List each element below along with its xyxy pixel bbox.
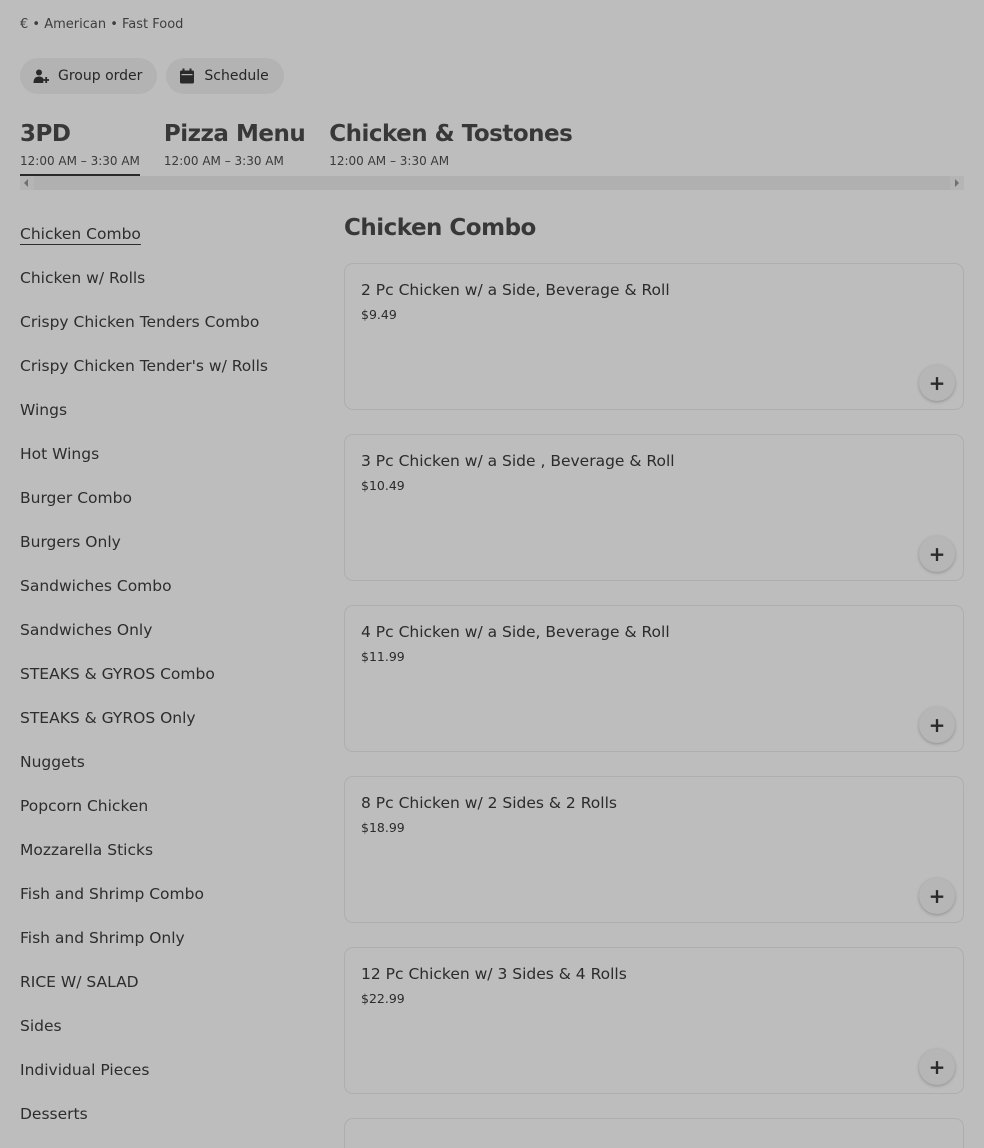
schedule-label: Schedule — [204, 68, 269, 84]
category-desserts[interactable]: Desserts — [20, 1092, 320, 1136]
category-label: Fish and Shrimp Only — [20, 929, 185, 947]
group-order-button[interactable]: Group order — [20, 58, 158, 94]
schedule-button[interactable]: Schedule — [166, 58, 284, 94]
item-title: 2 Pc Chicken w/ a Side, Beverage & Roll — [361, 281, 670, 299]
section-title: Chicken Combo — [344, 215, 536, 241]
store-meta: € • American • Fast Food — [20, 17, 184, 32]
add-item-button[interactable]: + — [919, 1049, 955, 1085]
item-price: $18.99 — [361, 820, 405, 835]
add-item-button[interactable]: + — [919, 707, 955, 743]
scroll-left-arrow-icon[interactable] — [24, 179, 28, 187]
menu-tab-name: Pizza Menu — [163, 121, 306, 147]
category-label: Fish and Shrimp Combo — [20, 885, 204, 903]
category-rice-w-salad[interactable]: RICE W/ SALAD — [20, 960, 320, 1004]
category-fish-shrimp-combo[interactable]: Fish and Shrimp Combo — [20, 872, 320, 916]
horizontal-scrollbar[interactable] — [20, 176, 964, 190]
category-sidebar: Chicken Combo Chicken w/ Rolls Crispy Ch… — [20, 212, 320, 1136]
category-chicken-w-rolls[interactable]: Chicken w/ Rolls — [20, 256, 320, 300]
category-popcorn-chicken[interactable]: Popcorn Chicken — [20, 784, 320, 828]
menu-item-card[interactable] — [344, 1118, 964, 1148]
menu-tab-chicken-tostones[interactable]: Chicken & Tostones 12:00 AM – 3:30 AM — [329, 120, 573, 178]
category-label: Sandwiches Combo — [20, 577, 172, 595]
category-sides[interactable]: Sides — [20, 1004, 320, 1048]
item-price: $11.99 — [361, 649, 405, 664]
category-label: Chicken Combo — [20, 225, 141, 243]
add-item-button[interactable]: + — [919, 536, 955, 572]
category-steaks-gyros-combo[interactable]: STEAKS & GYROS Combo — [20, 652, 320, 696]
menu-item-card[interactable]: 3 Pc Chicken w/ a Side , Beverage & Roll… — [344, 434, 964, 581]
plus-icon: + — [928, 713, 946, 737]
category-crispy-chicken-tenders-rolls[interactable]: Crispy Chicken Tender's w/ Rolls — [20, 344, 320, 388]
category-label: Crispy Chicken Tenders Combo — [20, 313, 260, 331]
category-label: Chicken w/ Rolls — [20, 269, 146, 287]
category-label: Sandwiches Only — [20, 621, 153, 639]
plus-icon: + — [928, 371, 946, 395]
menu-tab-pizza-menu[interactable]: Pizza Menu 12:00 AM – 3:30 AM — [163, 120, 306, 178]
category-label: STEAKS & GYROS Only — [20, 709, 196, 727]
scrollbar-track[interactable] — [34, 176, 950, 190]
item-price: $9.49 — [361, 307, 397, 322]
category-wings[interactable]: Wings — [20, 388, 320, 432]
plus-icon: + — [928, 1055, 946, 1079]
add-item-button[interactable]: + — [919, 365, 955, 401]
category-label: Nuggets — [20, 753, 85, 771]
item-price: $10.49 — [361, 478, 405, 493]
category-sandwiches-only[interactable]: Sandwiches Only — [20, 608, 320, 652]
group-order-label: Group order — [58, 68, 143, 84]
category-chicken-combo[interactable]: Chicken Combo — [20, 212, 320, 256]
category-burger-combo[interactable]: Burger Combo — [20, 476, 320, 520]
category-label: Desserts — [20, 1105, 88, 1123]
category-label: Sides — [20, 1017, 62, 1035]
category-label: STEAKS & GYROS Combo — [20, 665, 215, 683]
add-item-button[interactable]: + — [919, 878, 955, 914]
category-label: Hot Wings — [20, 445, 100, 463]
category-label: Wings — [20, 401, 68, 419]
category-label: Popcorn Chicken — [20, 797, 149, 815]
item-title: 4 Pc Chicken w/ a Side, Beverage & Roll — [361, 623, 670, 641]
category-label: Individual Pieces — [20, 1061, 150, 1079]
item-price: $22.99 — [361, 991, 405, 1006]
menu-tab-name: 3PD — [20, 121, 71, 147]
scroll-right-arrow-icon[interactable] — [955, 179, 959, 187]
category-label: Crispy Chicken Tender's w/ Rolls — [20, 357, 268, 375]
menu-item-card[interactable]: 12 Pc Chicken w/ 3 Sides & 4 Rolls $22.9… — [344, 947, 964, 1094]
category-nuggets[interactable]: Nuggets — [20, 740, 320, 784]
menu-tab-3pd[interactable]: 3PD 12:00 AM – 3:30 AM — [20, 120, 140, 178]
category-burgers-only[interactable]: Burgers Only — [20, 520, 320, 564]
category-label: Burgers Only — [20, 533, 121, 551]
menu-tab-hours: 12:00 AM – 3:30 AM — [329, 154, 450, 168]
item-title: 12 Pc Chicken w/ 3 Sides & 4 Rolls — [361, 965, 627, 983]
menu-item-card[interactable]: 2 Pc Chicken w/ a Side, Beverage & Roll … — [344, 263, 964, 410]
item-title: 8 Pc Chicken w/ 2 Sides & 2 Rolls — [361, 794, 617, 812]
item-title: 3 Pc Chicken w/ a Side , Beverage & Roll — [361, 452, 675, 470]
category-mozzarella-sticks[interactable]: Mozzarella Sticks — [20, 828, 320, 872]
category-label: Mozzarella Sticks — [20, 841, 154, 859]
category-individual-pieces[interactable]: Individual Pieces — [20, 1048, 320, 1092]
menu-item-card[interactable]: 4 Pc Chicken w/ a Side, Beverage & Roll … — [344, 605, 964, 752]
category-hot-wings[interactable]: Hot Wings — [20, 432, 320, 476]
category-steaks-gyros-only[interactable]: STEAKS & GYROS Only — [20, 696, 320, 740]
category-fish-shrimp-only[interactable]: Fish and Shrimp Only — [20, 916, 320, 960]
menu-item-list: 2 Pc Chicken w/ a Side, Beverage & Roll … — [344, 263, 964, 1148]
plus-icon: + — [928, 884, 946, 908]
menu-tab-hours: 12:00 AM – 3:30 AM — [163, 154, 284, 168]
menu-tab-name: Chicken & Tostones — [329, 121, 573, 147]
menu-item-card[interactable]: 8 Pc Chicken w/ 2 Sides & 2 Rolls $18.99… — [344, 776, 964, 923]
category-label: Burger Combo — [20, 489, 132, 507]
calendar-icon — [180, 68, 195, 84]
add-person-icon — [33, 69, 49, 83]
menu-tabs: 3PD 12:00 AM – 3:30 AM Pizza Menu 12:00 … — [20, 120, 573, 178]
store-actions: Group order Schedule — [20, 58, 284, 94]
plus-icon: + — [928, 542, 946, 566]
category-label: RICE W/ SALAD — [20, 973, 139, 991]
category-crispy-chicken-tenders-combo[interactable]: Crispy Chicken Tenders Combo — [20, 300, 320, 344]
category-sandwiches-combo[interactable]: Sandwiches Combo — [20, 564, 320, 608]
menu-tab-hours: 12:00 AM – 3:30 AM — [20, 154, 140, 168]
